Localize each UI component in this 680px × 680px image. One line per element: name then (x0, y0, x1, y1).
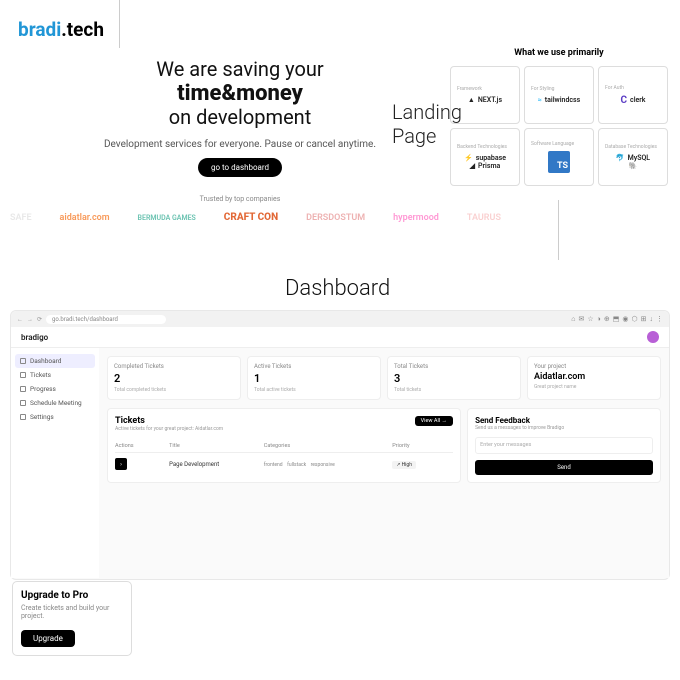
gear-icon (20, 414, 26, 420)
table-row[interactable]: › Page Development frontend fullstack re… (115, 453, 453, 475)
browser-toolbar: ← → ⟳ go.bradi.tech/dashboard ⌂ ✉☆ ◑⊕⬒◉ ⬡⊞↓… (11, 311, 669, 327)
grid-icon (20, 358, 26, 364)
tech-cell-framework: Framework ▲NEXT.js (450, 66, 520, 124)
dashboard-section-label: Dashboard (285, 276, 390, 301)
tech-cell-auth: For Auth Cclerk (598, 66, 668, 124)
feedback-input[interactable]: Enter your messages (475, 437, 653, 454)
back-icon[interactable]: ← (17, 316, 23, 323)
ext-icon[interactable]: ⬒ (613, 315, 620, 323)
sidebar-item-progress[interactable]: Progress (15, 382, 95, 396)
trusted-by-label: Trusted by top companies (95, 195, 385, 203)
forward-icon[interactable]: → (27, 316, 33, 323)
ext-icon[interactable]: ◉ (622, 315, 628, 323)
ext-icon[interactable]: ⌂ (571, 315, 575, 323)
clerk-icon: C (621, 95, 628, 106)
feedback-panel: Send Feedback Send us a messages to impr… (467, 408, 661, 483)
tech-cell-backend: Backend Technologies ⚡supabase ◢Prisma (450, 128, 520, 186)
stat-project: Your projectAidatlar.comGreat project na… (527, 356, 661, 400)
sidebar-item-dashboard[interactable]: Dashboard (15, 354, 95, 368)
feedback-title: Send Feedback (475, 416, 653, 425)
go-to-dashboard-button[interactable]: go to dashboard (198, 158, 282, 177)
avatar[interactable] (647, 331, 659, 343)
send-button[interactable]: Send (475, 460, 653, 475)
hero-heading: We are saving your time&money on develop… (95, 58, 385, 129)
view-all-button[interactable]: View All → (415, 416, 453, 426)
supabase-icon: ⚡ (464, 154, 473, 162)
table-header: Actions Title Categories Priority (115, 440, 453, 453)
company-logos: SAFE aidatlar.com BERMUDA GAMES CRAFT CO… (10, 212, 501, 223)
address-bar[interactable]: go.bradi.tech/dashboard (46, 315, 166, 324)
upgrade-button[interactable]: Upgrade (21, 630, 75, 647)
ext-icon[interactable]: ⊞ (641, 315, 647, 323)
tickets-title: Tickets (115, 416, 223, 426)
divider (119, 0, 120, 48)
divider (558, 200, 559, 260)
hero-subtitle: Development services for everyone. Pause… (95, 139, 385, 150)
feedback-subtitle: Send us a messages to improve Bradigo (475, 425, 653, 431)
tech-cell-styling: For Styling ≈tailwindcss (524, 66, 594, 124)
tech-cell-language: Software Language TS (524, 128, 594, 186)
ext-icon[interactable]: ◑ (597, 315, 601, 323)
mysql-icon: 🐬 (616, 154, 625, 162)
chart-icon (20, 386, 26, 392)
tickets-subtitle: Active tickets for your great project: A… (115, 426, 223, 432)
nextjs-icon: ▲ (468, 96, 475, 104)
tech-cell-database: Database Technologies 🐬MySQL 🐘 (598, 128, 668, 186)
sidebar-item-schedule[interactable]: Schedule Meeting (15, 396, 95, 410)
ext-icon[interactable]: ⬡ (632, 315, 638, 323)
upgrade-title: Upgrade to Pro (21, 590, 123, 601)
reload-icon[interactable]: ⟳ (37, 316, 42, 323)
sidebar-item-settings[interactable]: Settings (15, 410, 95, 424)
typescript-icon: TS (548, 151, 570, 173)
sidebar-item-tickets[interactable]: Tickets (15, 368, 95, 382)
prisma-icon: ◢ (470, 162, 475, 170)
dashboard-window: ← → ⟳ go.bradi.tech/dashboard ⌂ ✉☆ ◑⊕⬒◉ ⬡⊞↓… (10, 310, 670, 580)
postgres-icon: 🐘 (629, 162, 638, 170)
sidebar: Dashboard Tickets Progress Schedule Meet… (11, 348, 99, 578)
ticket-icon (20, 372, 26, 378)
priority-badge: ↗ High (392, 461, 416, 469)
upgrade-subtitle: Create tickets and build your project. (21, 604, 123, 620)
ext-icon[interactable]: ↓ (650, 315, 654, 323)
brand-logo: bradi.tech (18, 18, 104, 41)
row-action-button[interactable]: › (115, 458, 127, 470)
ext-icon[interactable]: ⊕ (604, 315, 610, 323)
app-name: bradigo (21, 333, 48, 342)
stat-completed: Completed Tickets2Total completed ticket… (107, 356, 241, 400)
calendar-icon (20, 400, 26, 406)
primarily-title: What we use primarily (450, 48, 668, 58)
ext-icon[interactable]: ⋮ (656, 315, 663, 323)
tickets-panel: Tickets Active tickets for your great pr… (107, 408, 461, 483)
tailwind-icon: ≈ (538, 96, 542, 104)
stat-total: Total Tickets3Total tickets (387, 356, 521, 400)
upgrade-card: Upgrade to Pro Create tickets and build … (12, 581, 132, 656)
ext-icon[interactable]: ☆ (587, 315, 593, 323)
ext-icon[interactable]: ✉ (579, 315, 585, 323)
stat-active: Active Tickets1Total active tickets (247, 356, 381, 400)
